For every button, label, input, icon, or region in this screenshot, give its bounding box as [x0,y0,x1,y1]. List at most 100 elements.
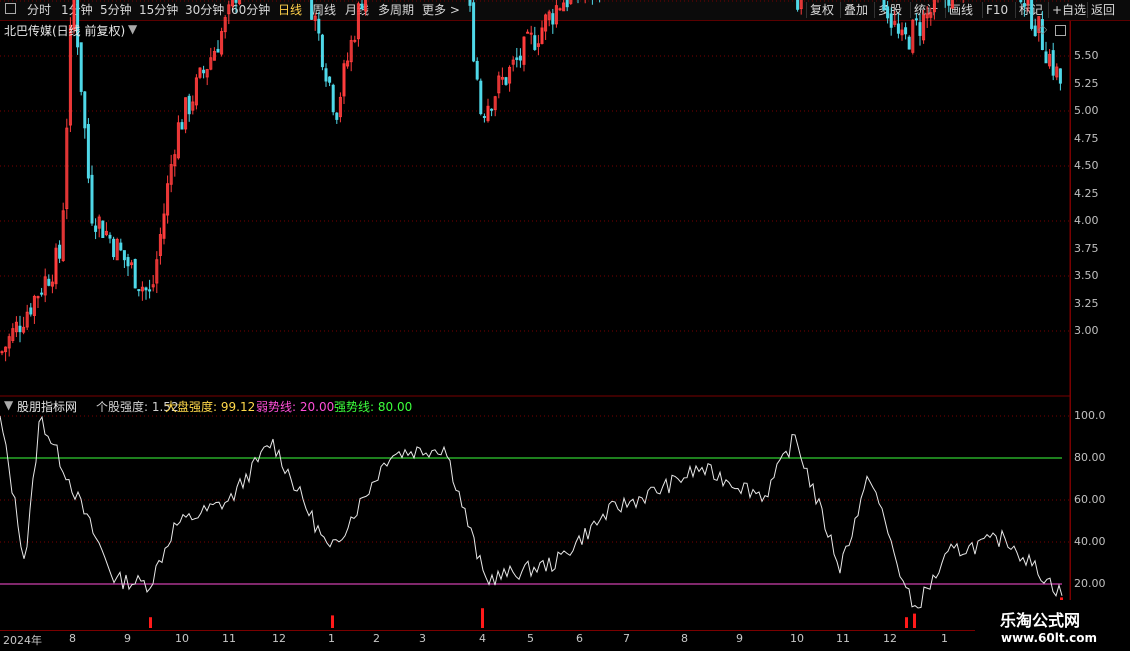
date-label: 6 [576,632,583,645]
date-label: 7 [623,632,630,645]
diamond-icon[interactable]: ◇ [1038,22,1047,36]
panel-toggle-icon[interactable] [1055,25,1066,36]
date-label: 1 [941,632,948,645]
legend-strong-line: 强势线: 80.00 [334,400,413,414]
date-label: 10 [175,632,189,645]
candle-body [324,68,328,82]
candle-body [216,48,220,53]
watermark-url: www.60lt.com [1001,631,1098,645]
candle-body [317,18,321,34]
candle-body [1051,50,1055,76]
candle-body [1033,25,1037,37]
price-axis-label: 4.00 [1074,214,1099,227]
candle-body [180,122,184,130]
candle-body [533,35,537,50]
candle-body [126,257,130,267]
candle-body [86,124,90,179]
candle-body [112,238,116,258]
date-label: 9 [124,632,131,645]
price-axis-label: 3.75 [1074,242,1099,255]
signal-bar [905,617,908,628]
date-label: 8 [69,632,76,645]
indicator-axis-label: 40.00 [1074,535,1106,548]
candle-body [947,0,951,6]
date-label: 4 [479,632,486,645]
price-axis-label: 5.00 [1074,104,1099,117]
date-label: 3 [419,632,426,645]
indicator-name: 股朋指标网 [17,400,78,414]
candle-body [335,112,339,120]
price-axis-label: 3.50 [1074,269,1099,282]
date-label: 2024年 [3,634,42,647]
candle-body [565,0,569,8]
candle-body [320,34,324,68]
candle-body [94,225,98,232]
candle-body [79,42,83,92]
candle-body [148,289,152,292]
candle-body [1044,51,1048,64]
candle-body [310,0,314,20]
candle-body [896,23,900,34]
candle-body [144,287,148,291]
candle-body [234,0,238,3]
signal-bars [149,597,1063,628]
candle-body [490,108,494,111]
stock-title: 北巴传媒(日线 前复权) [4,24,126,38]
candle-body [202,69,206,74]
candle-body [551,13,555,25]
signal-bar [913,613,916,628]
candle-body [904,27,908,35]
candle-body [0,351,4,354]
side-panel-edge [1118,21,1130,630]
legend-weak-line: 弱势线: 20.00 [256,400,335,414]
candle-body [1030,0,1034,29]
candle-body [187,95,191,115]
candle-body [18,325,22,333]
candle-body [504,77,508,85]
candle-body [515,57,519,60]
date-label: 12 [272,632,286,645]
legend-market-strength: 大盘强度: 99.12 [165,400,256,414]
candle-body [119,242,123,251]
candle-body [29,307,33,315]
date-label: 12 [883,632,897,645]
candle-body [40,292,44,295]
candle-body [1019,0,1023,3]
candle-body [907,36,911,50]
indicator-axis-label: 60.00 [1074,493,1106,506]
candle-body [918,22,922,36]
candle-body [558,8,562,11]
chart-canvas [0,0,1071,630]
candle-body [914,18,918,21]
price-axis-label: 3.00 [1074,324,1099,337]
signal-bar [481,608,484,628]
candle-body [137,289,141,292]
date-label: 8 [681,632,688,645]
watermark-title: 乐淘公式网 [1000,611,1081,630]
candle-body [479,80,483,115]
candle-body [108,234,112,239]
candle-body [468,0,472,6]
candle-body [90,174,94,224]
date-label: 5 [527,632,534,645]
candle-body [101,220,105,239]
chevron-down-icon[interactable]: ▼ [128,22,137,36]
price-axis-label: 5.25 [1074,77,1099,90]
date-label: 1 [328,632,335,645]
candle-body [526,31,530,34]
candle-body [353,39,357,42]
date-label: 10 [790,632,804,645]
price-axis-label: 4.25 [1074,187,1099,200]
indicator-series [0,415,1063,609]
candle-body [133,259,137,289]
date-axis [0,630,1130,651]
chevron-down-icon[interactable]: ▼ [4,398,13,412]
indicator-axis-label: 100.0 [1074,409,1106,422]
date-label: 2 [373,632,380,645]
candle-body [47,278,51,286]
price-axis-label: 5.50 [1074,49,1099,62]
candle-body [328,76,332,83]
candle-body [58,244,62,259]
grid-lines [0,0,1070,585]
signal-bar [331,615,334,628]
